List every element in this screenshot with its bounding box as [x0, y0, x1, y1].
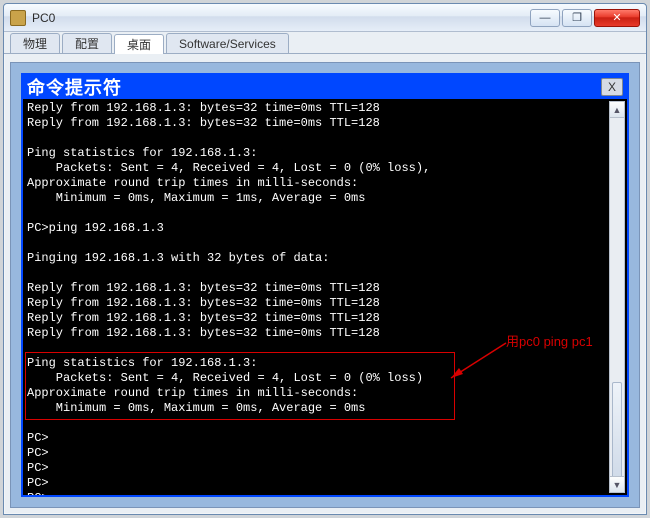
tab-physical[interactable]: 物理: [10, 33, 60, 53]
tab-software-services[interactable]: Software/Services: [166, 33, 289, 53]
command-prompt-close-button[interactable]: X: [601, 78, 623, 96]
minimize-button[interactable]: —: [530, 9, 560, 27]
app-icon: [10, 10, 26, 26]
app-window: PC0 — ❐ ✕ 物理 配置 桌面 Software/Services 命令提…: [3, 3, 647, 515]
close-button[interactable]: ✕: [594, 9, 640, 27]
tab-bar: 物理 配置 桌面 Software/Services: [4, 32, 646, 54]
scroll-thumb[interactable]: [612, 382, 622, 482]
command-prompt-window: 命令提示符 X Reply from 192.168.1.3: bytes=32…: [21, 73, 629, 497]
desktop-panel: 命令提示符 X Reply from 192.168.1.3: bytes=32…: [10, 62, 640, 508]
scroll-down-button[interactable]: ▼: [610, 476, 624, 492]
terminal-scrollbar[interactable]: ▲ ▼: [609, 101, 625, 493]
tab-desktop[interactable]: 桌面: [114, 34, 164, 54]
command-prompt-titlebar[interactable]: 命令提示符 X: [23, 75, 627, 99]
titlebar[interactable]: PC0 — ❐ ✕: [4, 4, 646, 32]
annotation-label: 用pc0 ping pc1: [506, 331, 593, 350]
terminal-output[interactable]: Reply from 192.168.1.3: bytes=32 time=0m…: [23, 99, 627, 495]
command-prompt-title: 命令提示符: [27, 74, 122, 100]
tab-config[interactable]: 配置: [62, 33, 112, 53]
window-title: PC0: [32, 11, 530, 25]
maximize-button[interactable]: ❐: [562, 9, 592, 27]
scroll-up-button[interactable]: ▲: [610, 102, 624, 118]
window-buttons: — ❐ ✕: [530, 9, 640, 27]
